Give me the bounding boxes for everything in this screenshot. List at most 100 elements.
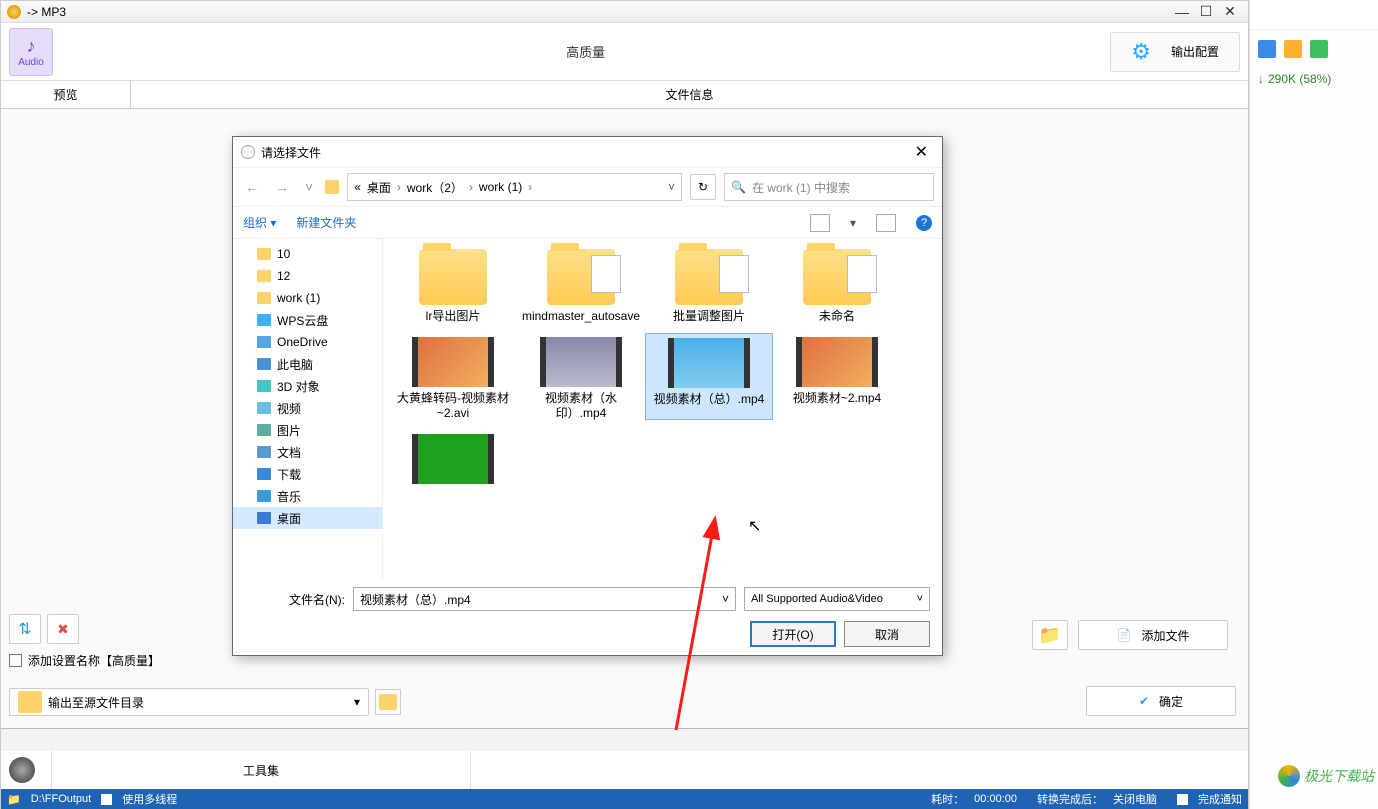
tree-item[interactable]: 视频: [233, 397, 382, 419]
file-grid[interactable]: lr导出图片mindmaster_autosave批量调整图片未命名大黄蜂转码-…: [383, 239, 942, 579]
organize-menu[interactable]: 组织 ▾: [243, 214, 276, 231]
crumb-item[interactable]: 桌面: [367, 179, 391, 196]
browse-folder-button[interactable]: [375, 689, 401, 715]
file-item[interactable]: [389, 430, 517, 488]
info-icon[interactable]: [1258, 40, 1276, 58]
file-item[interactable]: 视频素材~2.mp4: [773, 333, 901, 420]
title-bar[interactable]: -> MP3 — ☐ ✕: [1, 1, 1248, 23]
elapsed-label: 耗时：: [931, 791, 964, 807]
audio-format-button[interactable]: ♪ Audio: [9, 28, 53, 76]
app-toolbar: ♪ Audio 高质量 ⚙ 输出配置: [1, 23, 1248, 81]
tab-file-info[interactable]: 文件信息: [131, 81, 1248, 108]
sub-tabs: 预览 文件信息: [1, 81, 1248, 109]
window-title: -> MP3: [27, 5, 66, 19]
watermark: 极光下载站: [1278, 765, 1374, 787]
tree-item-label: 文档: [277, 444, 301, 461]
tree-item[interactable]: 10: [233, 243, 382, 265]
tree-item[interactable]: 下载: [233, 463, 382, 485]
tree-item-label: OneDrive: [277, 335, 328, 349]
breadcrumb[interactable]: « 桌面 › work（2） › work (1) › ˅: [347, 173, 682, 201]
tools-tab[interactable]: 工具集: [51, 751, 471, 789]
add-file-icon: 📄: [1117, 628, 1132, 642]
open-button[interactable]: 打开(O): [750, 621, 836, 647]
folder-open-icon[interactable]: [1284, 40, 1302, 58]
chevron-down-icon[interactable]: ˅: [722, 592, 729, 606]
tree-item[interactable]: 文档: [233, 441, 382, 463]
tree-item[interactable]: OneDrive: [233, 331, 382, 353]
back-arrow-icon[interactable]: ←: [241, 179, 263, 195]
target-icon[interactable]: [9, 757, 35, 783]
folder-tree[interactable]: 10 12 work (1) WPS云盘 OneDrive 此电脑3D 对象视频图片文档下…: [233, 239, 383, 579]
file-filter-combo[interactable]: All Supported Audio&Video ˅: [744, 587, 930, 611]
add-file-button[interactable]: 📄 添加文件: [1078, 620, 1228, 650]
dropdown-icon[interactable]: ▾: [850, 216, 856, 230]
file-item[interactable]: lr导出图片: [389, 249, 517, 323]
cancel-label: 取消: [875, 626, 899, 643]
folder-thumb-icon: [419, 249, 487, 305]
tree-item-label: 12: [277, 269, 290, 283]
file-item[interactable]: 视频素材（总）.mp4: [645, 333, 773, 420]
chevron-down-icon[interactable]: ˅: [668, 180, 675, 194]
file-item[interactable]: 未命名: [773, 249, 901, 323]
minimize-button[interactable]: —: [1170, 3, 1194, 21]
dialog-titlebar[interactable]: 请选择文件 ✕: [233, 137, 942, 167]
crumb-item[interactable]: work (1): [479, 180, 522, 194]
tree-item[interactable]: work (1): [233, 287, 382, 309]
tools-label: 工具集: [243, 762, 279, 779]
close-button[interactable]: ✕: [1218, 3, 1242, 21]
shuffle-button[interactable]: ⇅: [9, 614, 41, 644]
dialog-icon: [241, 145, 255, 159]
done-notify-checkbox[interactable]: [1177, 794, 1188, 805]
tree-item[interactable]: WPS云盘: [233, 309, 382, 331]
file-item[interactable]: 批量调整图片: [645, 249, 773, 323]
dialog-close-button[interactable]: ✕: [909, 142, 934, 162]
filename-input[interactable]: 视频素材（总）.mp4 ˅: [353, 587, 736, 611]
multithread-checkbox[interactable]: [101, 794, 112, 805]
cancel-button[interactable]: 取消: [844, 621, 930, 647]
output-config-button[interactable]: ⚙ 输出配置: [1110, 32, 1240, 72]
file-item[interactable]: 视频素材（水印）.mp4: [517, 333, 645, 420]
tree-item[interactable]: 桌面: [233, 507, 382, 529]
file-item[interactable]: 大黄蜂转码-视频素材~2.avi: [389, 333, 517, 420]
tree-item[interactable]: 12: [233, 265, 382, 287]
search-input[interactable]: 🔍 在 work (1) 中搜索: [724, 173, 934, 201]
confirm-button[interactable]: ✔ 确定: [1086, 686, 1236, 716]
chevron-down-icon: ▾: [354, 695, 360, 709]
tab-preview[interactable]: 预览: [1, 81, 131, 108]
view-mode-button[interactable]: [810, 214, 830, 232]
output-folder-text: 输出至源文件目录: [48, 694, 144, 711]
new-folder-menu[interactable]: 新建文件夹: [296, 214, 356, 231]
tree-item-icon: [257, 446, 271, 458]
tree-item[interactable]: 图片: [233, 419, 382, 441]
tree-item[interactable]: 此电脑: [233, 353, 382, 375]
preview-pane-button[interactable]: [876, 214, 896, 232]
bottom-tray: 工具集 📁 D:\FFOutput 使用多线程 耗时： 00:00:00 转换完…: [1, 728, 1248, 808]
help-icon[interactable]: ?: [916, 215, 932, 231]
crumb-item[interactable]: work（2）: [407, 179, 463, 196]
tree-item-icon: [257, 270, 271, 282]
up-folder-icon[interactable]: [325, 180, 339, 194]
tree-item-icon: [257, 512, 271, 524]
play-icon[interactable]: [1310, 40, 1328, 58]
tree-item-label: work (1): [277, 291, 320, 305]
file-name: 未命名: [773, 309, 901, 323]
download-speed: ↓ 290K (58%): [1250, 68, 1378, 90]
delete-button[interactable]: ✖: [47, 614, 79, 644]
download-text: 290K (58%): [1268, 72, 1331, 86]
new-folder-button[interactable]: 📁: [1032, 620, 1068, 650]
tree-item[interactable]: 3D 对象: [233, 375, 382, 397]
quality-label: 高质量: [61, 42, 1110, 61]
chevron-down-icon[interactable]: ˅: [301, 179, 317, 195]
output-folder-combo[interactable]: 输出至源文件目录 ▾: [9, 688, 369, 716]
tree-item-icon: [257, 336, 271, 348]
maximize-button[interactable]: ☐: [1194, 3, 1218, 21]
file-item[interactable]: mindmaster_autosave: [517, 249, 645, 323]
watermark-icon: [1278, 765, 1300, 787]
tree-item-label: 视频: [277, 400, 301, 417]
add-setting-checkbox[interactable]: [9, 654, 22, 667]
folder-thumb-icon: [675, 249, 743, 305]
refresh-button[interactable]: ↻: [690, 174, 716, 200]
forward-arrow-icon[interactable]: →: [271, 179, 293, 195]
after-value: 关闭电脑: [1113, 791, 1157, 807]
tree-item[interactable]: 音乐: [233, 485, 382, 507]
